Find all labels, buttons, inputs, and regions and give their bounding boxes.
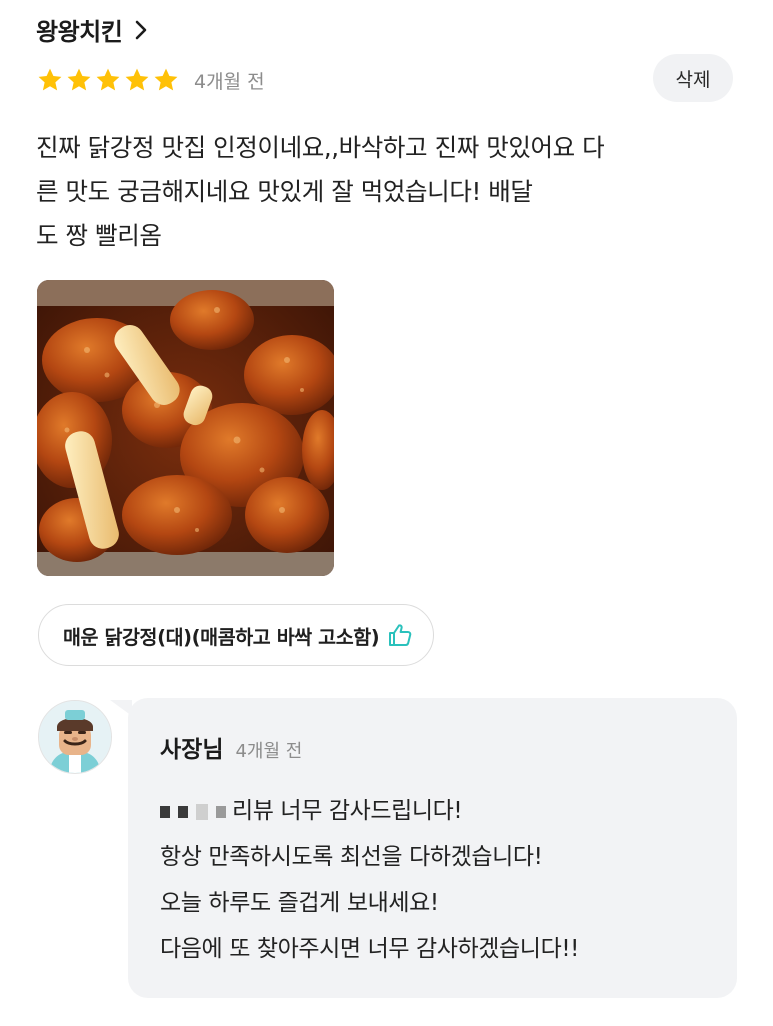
star-icon bbox=[154, 68, 178, 91]
star-icon bbox=[125, 68, 149, 91]
owner-avatar-icon bbox=[38, 700, 112, 774]
store-name: 왕왕치킨 bbox=[36, 18, 123, 46]
reply-text: 리뷰 너무 감사드립니다! 항상 만족하시도록 최선을 다하겠습니다! 오늘 하… bbox=[160, 788, 720, 972]
fried-chicken-photo bbox=[37, 280, 334, 576]
star-icon bbox=[96, 68, 120, 91]
star-icon bbox=[67, 68, 91, 91]
reply-line: 리뷰 너무 감사드립니다! bbox=[160, 788, 720, 834]
review-text: 진짜 닭강정 맛집 인정이네요,,바삭하고 진짜 맛있어요 다 른 맛도 궁금해… bbox=[36, 133, 605, 250]
menu-item-label: 매운 닭강정(대)(매콤하고 바싹 고소함) bbox=[63, 625, 380, 649]
menu-item-chip[interactable]: 매운 닭강정(대)(매콤하고 바싹 고소함) bbox=[38, 604, 435, 666]
reply-line: 오늘 하루도 즐겁게 보내세요! bbox=[160, 890, 439, 916]
star-icon bbox=[38, 68, 62, 91]
review-screen: 왕왕치킨 4개월 전 삭제 진짜 닭강정 맛집 인정이네요,,바삭하고 진짜 맛… bbox=[0, 0, 773, 1026]
chevron-right-icon bbox=[136, 20, 147, 39]
rating-row: 4개월 전 bbox=[36, 66, 265, 94]
redacted-name bbox=[160, 803, 226, 820]
reply-time: 4개월 전 bbox=[235, 741, 303, 762]
reply-line: 항상 만족하시도록 최선을 다하겠습니다! bbox=[160, 844, 543, 870]
store-link[interactable]: 왕왕치킨 bbox=[36, 12, 150, 47]
thumbs-up-icon bbox=[389, 624, 412, 646]
owner-label: 사장님 bbox=[160, 737, 224, 763]
review-photo[interactable] bbox=[37, 280, 334, 576]
star-rating bbox=[36, 66, 180, 94]
delete-button[interactable]: 삭제 bbox=[653, 54, 733, 102]
reply-line-text: 리뷰 너무 감사드립니다! bbox=[232, 798, 463, 824]
reply-line: 다음에 또 찾아주시면 너무 감사하겠습니다!! bbox=[160, 936, 579, 962]
reply-header: 사장님 4개월 전 bbox=[160, 730, 302, 764]
review-time: 4개월 전 bbox=[194, 70, 265, 93]
